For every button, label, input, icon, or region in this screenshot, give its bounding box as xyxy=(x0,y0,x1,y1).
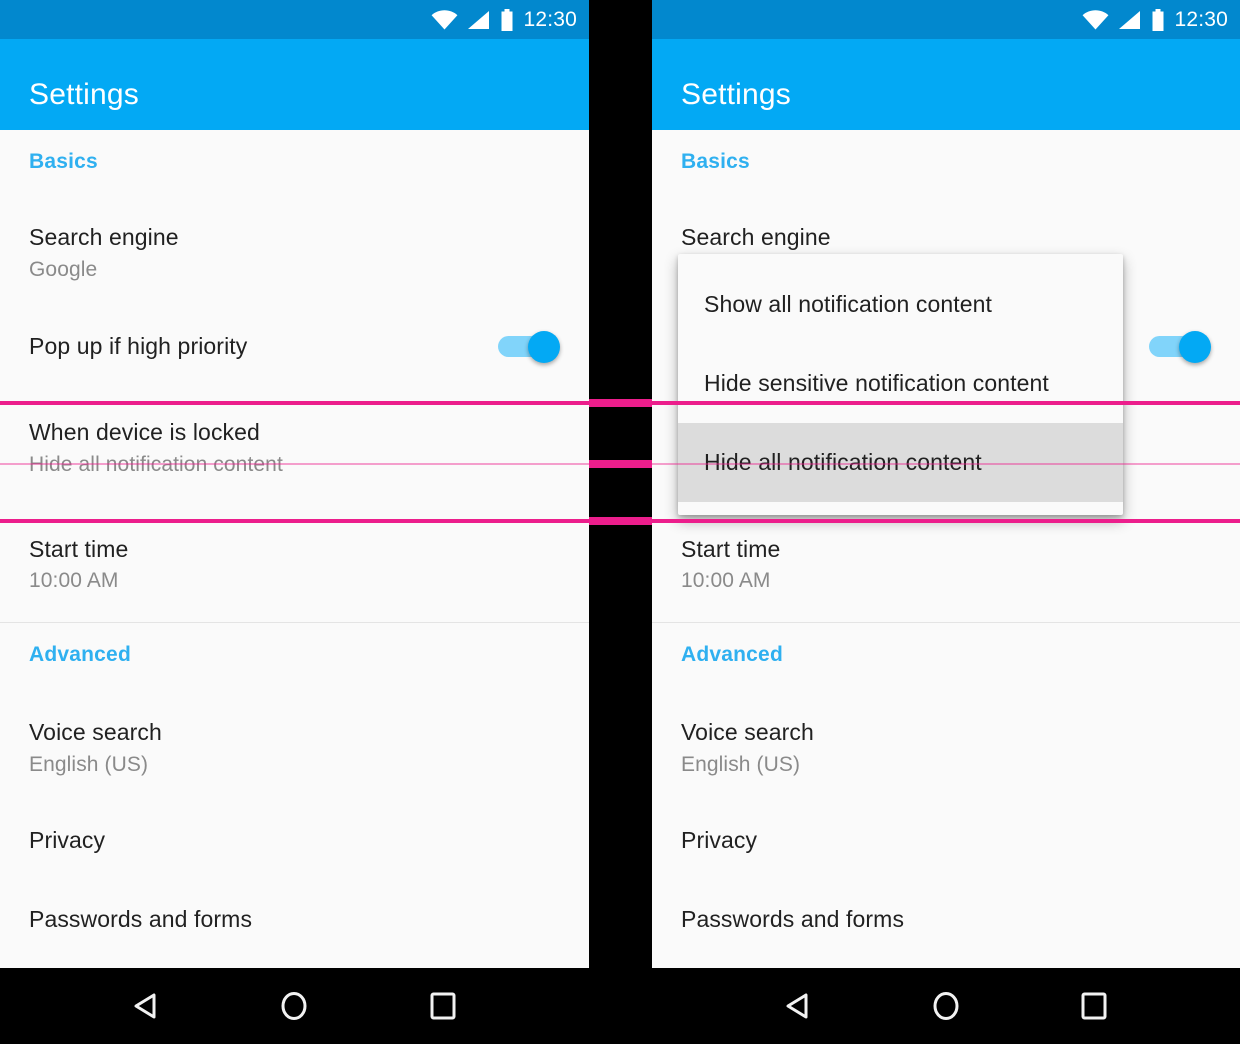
app-bar-left: Settings xyxy=(0,39,589,130)
android-navigation-bar xyxy=(0,968,1240,1044)
list-item-passwords-and-forms[interactable]: Passwords and forms xyxy=(0,880,589,959)
nav-group-right xyxy=(652,968,1240,1044)
section-header-advanced: Advanced xyxy=(681,643,783,666)
status-bar-clock: 12:30 xyxy=(523,7,577,31)
status-bar-left: 12:30 xyxy=(0,0,589,39)
nav-group-left xyxy=(0,968,589,1044)
pop-up-priority-toggle[interactable] xyxy=(498,330,560,363)
menu-item-label: Hide sensitive notification content xyxy=(704,370,1049,396)
menu-item-show-all-notification-content[interactable]: Show all notification content xyxy=(678,265,1123,344)
list-item-title: Search engine xyxy=(681,224,831,251)
home-circle-icon xyxy=(281,992,307,1020)
back-triangle-icon xyxy=(786,993,808,1019)
recents-square-icon xyxy=(1081,992,1107,1020)
back-button[interactable] xyxy=(117,977,175,1035)
recents-square-icon xyxy=(430,992,456,1020)
list-item-search-engine[interactable]: Search engine Google xyxy=(0,202,589,304)
toggle-thumb xyxy=(528,330,560,363)
list-item-title: Start time xyxy=(681,535,781,562)
menu-item-label: Hide all notification content xyxy=(704,449,982,475)
annotation-line-gap-segment xyxy=(589,399,652,407)
menu-item-hide-all-notification-content[interactable]: Hide all notification content xyxy=(678,423,1123,502)
status-bar-clock: 12:30 xyxy=(1174,7,1228,31)
list-item-privacy[interactable]: Privacy xyxy=(652,801,1240,880)
wifi-icon xyxy=(1083,9,1109,30)
home-button[interactable] xyxy=(265,977,323,1035)
cell-signal-icon xyxy=(1119,10,1141,29)
section-header-advanced: Advanced xyxy=(29,643,131,666)
app-bar-right: Settings xyxy=(652,39,1240,130)
list-item-title: Privacy xyxy=(681,827,758,854)
wifi-icon xyxy=(432,9,458,30)
back-triangle-icon xyxy=(134,993,156,1019)
list-item-pop-up-if-high-priority[interactable]: Pop up if high priority xyxy=(0,304,589,389)
phone-screen-left: 12:30 Settings Basics Search engine Goog… xyxy=(0,0,589,968)
list-item-title: Voice search xyxy=(29,719,162,746)
page-title: Settings xyxy=(29,78,139,111)
section-header-basics: Basics xyxy=(681,150,750,173)
list-item-when-device-is-locked[interactable]: When device is locked Hide all notificat… xyxy=(0,389,589,507)
list-item-subtitle: Hide all notification content xyxy=(29,452,283,476)
screenshot-stage: 12:30 Settings Basics Search engine Goog… xyxy=(0,0,1240,1044)
notification-content-dropdown-menu[interactable]: Show all notification content Hide sensi… xyxy=(678,254,1123,515)
list-item-voice-search[interactable]: Voice search English (US) xyxy=(652,695,1240,801)
list-item-subtitle: 10:00 AM xyxy=(681,569,771,593)
status-bar-right: 12:30 xyxy=(652,0,1240,39)
annotation-line-gap-segment xyxy=(589,460,652,468)
cell-signal-icon xyxy=(468,10,490,29)
list-item-subtitle: English (US) xyxy=(29,752,149,776)
annotation-line-gap-segment xyxy=(589,517,652,525)
settings-list-left: Basics Search engine Google Pop up if hi… xyxy=(0,130,589,959)
list-item-title: Passwords and forms xyxy=(681,906,905,933)
list-item-passwords-and-forms[interactable]: Passwords and forms xyxy=(652,880,1240,959)
recents-button[interactable] xyxy=(414,977,472,1035)
battery-icon xyxy=(501,8,513,31)
list-item-voice-search[interactable]: Voice search English (US) xyxy=(0,695,589,801)
pop-up-priority-toggle[interactable] xyxy=(1149,330,1211,363)
home-circle-icon xyxy=(933,992,959,1020)
list-item-subtitle: English (US) xyxy=(681,752,801,776)
list-item-title: Search engine xyxy=(29,224,179,251)
menu-item-label: Show all notification content xyxy=(704,291,993,317)
section-header-basics: Basics xyxy=(29,150,98,173)
back-button[interactable] xyxy=(769,977,827,1035)
list-item-title: When device is locked xyxy=(29,419,260,446)
list-item-start-time[interactable]: Start time 10:00 AM xyxy=(652,507,1240,622)
home-button[interactable] xyxy=(917,977,975,1035)
list-item-subtitle: 10:00 AM xyxy=(29,569,119,593)
list-item-title: Privacy xyxy=(29,827,106,854)
recents-button[interactable] xyxy=(1065,977,1123,1035)
page-title: Settings xyxy=(681,78,791,111)
list-item-title: Passwords and forms xyxy=(29,906,253,933)
list-item-title: Voice search xyxy=(681,719,814,746)
toggle-thumb xyxy=(1179,330,1211,363)
list-item-subtitle: Google xyxy=(29,257,98,281)
menu-item-hide-sensitive-notification-content[interactable]: Hide sensitive notification content xyxy=(678,344,1123,423)
list-item-title: Start time xyxy=(29,535,129,562)
list-item-privacy[interactable]: Privacy xyxy=(0,801,589,880)
list-item-start-time[interactable]: Start time 10:00 AM xyxy=(0,507,589,622)
list-item-title: Pop up if high priority xyxy=(29,333,248,360)
battery-icon xyxy=(1152,8,1164,31)
